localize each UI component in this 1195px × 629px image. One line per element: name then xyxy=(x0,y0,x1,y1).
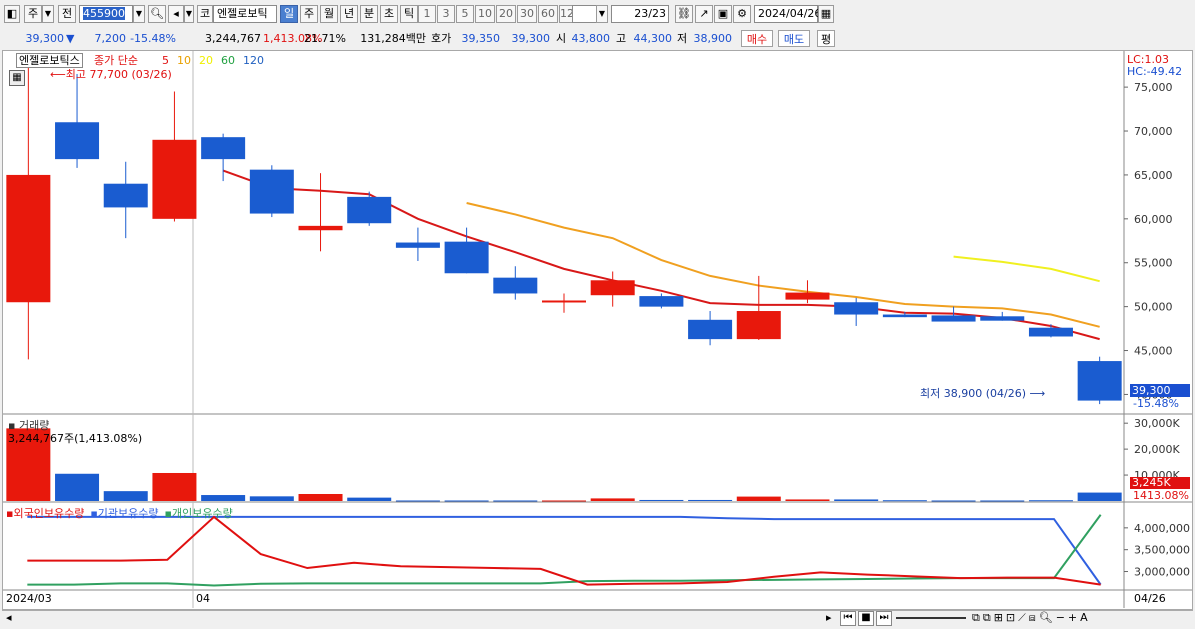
volume-bar xyxy=(444,500,489,502)
holdings-legend-item: ▪기관보유수량 xyxy=(90,507,159,520)
candle-body xyxy=(1077,361,1122,401)
candle-body xyxy=(249,169,294,214)
volume-last-tag: 3,245K xyxy=(1130,477,1190,489)
holdings-legend-label: 기관보유수량 xyxy=(97,507,159,520)
candle-body xyxy=(882,314,927,318)
candle-body xyxy=(688,319,733,340)
candle-body xyxy=(736,311,781,340)
y-tick-label: 75,000 xyxy=(1134,81,1173,94)
low-marker: 최저 38,900 (04/26) ⟶ xyxy=(920,387,1046,400)
price-panel-bg xyxy=(3,51,1124,413)
last-rate-tag: -15.48% xyxy=(1133,397,1179,410)
volume-bar xyxy=(980,500,1025,502)
volume-bar xyxy=(736,496,781,501)
holdings-y-label: 4,000,000 xyxy=(1134,522,1190,535)
last-price-tag: 39,300 xyxy=(1130,384,1190,397)
x-label-april: 04 xyxy=(196,592,210,605)
volume-bar xyxy=(931,500,976,502)
x-label-start: 2024/03 xyxy=(6,592,52,605)
candle-body xyxy=(590,280,635,296)
volume-bar xyxy=(1077,492,1122,501)
volume-bar xyxy=(55,473,100,501)
y-tick-label: 60,000 xyxy=(1134,213,1173,226)
high-marker: ⟵최고 77,700 (03/26) xyxy=(50,68,172,81)
view-tools-icons[interactable]: ⧉⧉⊞⊡⟋⧈🔍︎−+A xyxy=(972,611,1091,625)
volume-bar xyxy=(1028,500,1073,502)
volume-bar xyxy=(882,500,927,502)
ma-legend-item: 60 xyxy=(221,54,235,67)
volume-bar xyxy=(493,500,538,502)
candle-body xyxy=(55,122,100,160)
institution-line xyxy=(27,515,1102,586)
holdings-legend: ▪외국인보유수량 ▪기관보유수량 ▪개인보유수량 xyxy=(6,505,239,521)
y-tick-label: 55,000 xyxy=(1134,257,1173,270)
holdings-legend-item: ▪개인보유수량 xyxy=(164,507,233,520)
candle-body xyxy=(834,302,879,315)
y-tick-label: 65,000 xyxy=(1134,169,1173,182)
candle-body xyxy=(444,241,489,274)
candle-body xyxy=(347,196,392,224)
individual-line xyxy=(27,514,1102,587)
volume-y-label: 20,000K xyxy=(1134,443,1180,456)
volume-bar xyxy=(152,472,197,501)
holdings-legend-label: 외국인보유수량 xyxy=(13,507,85,520)
scroll-left-icon[interactable]: ◂ xyxy=(6,611,12,624)
ma-legend: 5 10 20 60 120 xyxy=(162,54,272,67)
ma-legend-item: 20 xyxy=(199,54,213,67)
volume-bar xyxy=(395,500,440,502)
volume-bar xyxy=(201,495,246,501)
stop-icon[interactable]: ■ xyxy=(858,611,874,626)
price-chart[interactable]: 75,000 70,000 65,000 60,000 55,000 50,000 45,0… xyxy=(0,0,1195,629)
candle-body xyxy=(152,139,197,219)
volume-last-rate: 1413.08% xyxy=(1133,489,1189,502)
candle-body xyxy=(1028,327,1073,337)
holdings-legend-item: ▪외국인보유수량 xyxy=(6,507,85,520)
forward-icon[interactable]: ⏭ xyxy=(876,611,892,626)
y-tick-label: 70,000 xyxy=(1134,125,1173,138)
volume-bar xyxy=(639,499,684,501)
volume-bar xyxy=(688,499,733,501)
volume-bar xyxy=(347,497,392,501)
volume-bar xyxy=(103,491,148,501)
candle-body xyxy=(639,296,684,307)
candle-body xyxy=(493,277,538,294)
candle-body xyxy=(980,316,1025,321)
candle-body xyxy=(298,225,343,231)
candle-body xyxy=(542,300,586,303)
volume-y-label: 30,000K xyxy=(1134,417,1180,430)
candle-body xyxy=(395,242,440,248)
candle-body xyxy=(785,292,830,300)
ma-legend-item: 120 xyxy=(243,54,264,67)
hc-label: HC:-49.42 xyxy=(1127,65,1183,78)
scroll-right-icon[interactable]: ▸ xyxy=(826,611,832,624)
holdings-y-label: 3,500,000 xyxy=(1134,544,1190,557)
volume-bar xyxy=(249,496,294,501)
y-tick-label: 50,000 xyxy=(1134,301,1173,314)
y-tick-label: 45,000 xyxy=(1134,345,1173,358)
zoom-slider[interactable] xyxy=(896,617,966,619)
volume-bar xyxy=(590,498,635,501)
holdings-legend-label: 개인보유수량 xyxy=(171,507,233,520)
high-marker-text: 최고 77,700 (03/26) xyxy=(65,68,172,81)
volume-readout: 3,244,767주(1,413.08%) xyxy=(8,432,143,445)
foreign-line xyxy=(27,515,1101,586)
volume-bar xyxy=(542,500,586,502)
candle-body xyxy=(931,315,976,322)
low-marker-text: 최저 38,900 (04/26) xyxy=(920,387,1027,400)
candle-body xyxy=(201,137,246,160)
candle-body xyxy=(103,183,148,208)
rewind-icon[interactable]: ⏮ xyxy=(840,611,856,626)
calculator-icon[interactable]: ▦ xyxy=(9,70,25,86)
candle-body xyxy=(6,174,51,303)
volume-bar xyxy=(834,499,879,501)
volume-bar xyxy=(298,493,343,501)
holdings-y-label: 3,000,000 xyxy=(1134,566,1190,579)
volume-bar xyxy=(785,499,830,501)
ma-legend-item: 10 xyxy=(177,54,191,67)
x-label-end: 04/26 xyxy=(1134,592,1166,605)
